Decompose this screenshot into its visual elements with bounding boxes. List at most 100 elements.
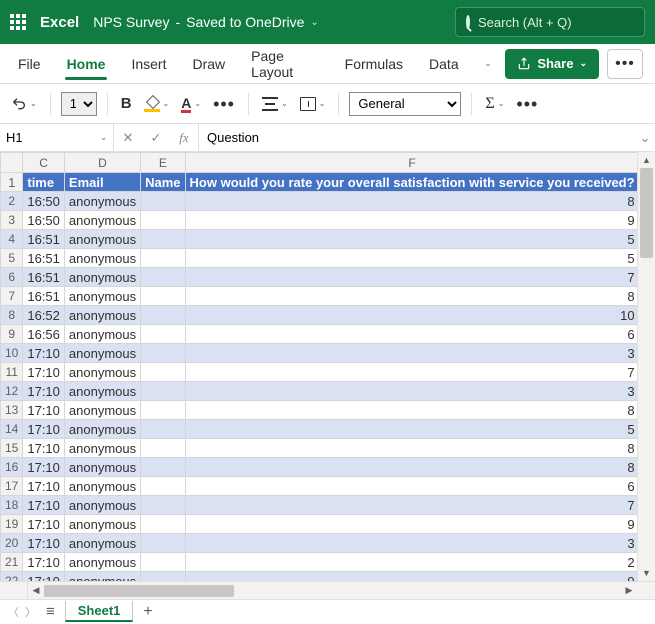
tab-home[interactable]: Home xyxy=(55,44,118,84)
font-color-button[interactable]: A⌄ xyxy=(178,93,204,115)
cell[interactable]: anonymous xyxy=(64,534,140,553)
cell[interactable]: anonymous xyxy=(64,401,140,420)
column-header[interactable]: F xyxy=(185,153,637,173)
cell[interactable]: anonymous xyxy=(64,458,140,477)
cell[interactable]: 16:51 xyxy=(23,287,65,306)
cell[interactable] xyxy=(141,287,185,306)
cell[interactable]: 5 xyxy=(185,420,637,439)
row-header[interactable]: 13 xyxy=(1,401,23,420)
share-button[interactable]: Share ⌄ xyxy=(505,49,599,79)
cell[interactable]: anonymous xyxy=(64,382,140,401)
cell[interactable] xyxy=(141,477,185,496)
cell[interactable]: 9 xyxy=(185,515,637,534)
row-header[interactable]: 12 xyxy=(1,382,23,401)
cell[interactable]: 8 xyxy=(185,192,637,211)
row-header[interactable]: 21 xyxy=(1,553,23,572)
scroll-thumb[interactable] xyxy=(44,585,234,597)
cell[interactable]: 3 xyxy=(185,344,637,363)
cell[interactable]: anonymous xyxy=(64,363,140,382)
cell[interactable]: anonymous xyxy=(64,420,140,439)
row-header[interactable]: 14 xyxy=(1,420,23,439)
fill-color-button[interactable]: ⌄ xyxy=(141,94,173,114)
more-options-button[interactable]: ••• xyxy=(607,49,643,79)
cell[interactable] xyxy=(141,515,185,534)
cell[interactable]: 17:10 xyxy=(23,534,65,553)
cell[interactable] xyxy=(141,420,185,439)
row-header[interactable]: 9 xyxy=(1,325,23,344)
cell[interactable]: 5 xyxy=(185,249,637,268)
prev-sheet-button[interactable]: 〈 xyxy=(8,604,19,620)
cell[interactable] xyxy=(141,268,185,287)
cell[interactable]: 16:51 xyxy=(23,230,65,249)
cell[interactable]: anonymous xyxy=(64,325,140,344)
cell[interactable]: 17:10 xyxy=(23,382,65,401)
cell-reference-input[interactable] xyxy=(6,130,76,145)
font-more-button[interactable]: ••• xyxy=(210,97,238,111)
cell[interactable]: 17:10 xyxy=(23,477,65,496)
cancel-formula-button[interactable]: ✕ xyxy=(114,130,142,146)
column-header[interactable]: D xyxy=(64,153,140,173)
cell[interactable]: time xyxy=(23,173,65,192)
tab-insert[interactable]: Insert xyxy=(119,44,178,84)
merge-button[interactable]: ⌄ xyxy=(297,95,329,113)
cell[interactable] xyxy=(141,249,185,268)
cell[interactable]: 10 xyxy=(185,306,637,325)
accept-formula-button[interactable]: ✓ xyxy=(142,130,170,146)
scroll-right-button[interactable]: ▶ xyxy=(621,585,637,596)
cell[interactable]: 17:10 xyxy=(23,458,65,477)
document-title-dropdown[interactable]: NPS Survey - Saved to OneDrive ⌄ xyxy=(93,14,319,30)
cell[interactable]: 16:52 xyxy=(23,306,65,325)
cell[interactable]: 17:10 xyxy=(23,572,65,582)
tab-page-layout[interactable]: Page Layout xyxy=(239,44,331,84)
cell[interactable]: 3 xyxy=(185,534,637,553)
row-header[interactable]: 2 xyxy=(1,192,23,211)
cell[interactable] xyxy=(141,382,185,401)
cell[interactable] xyxy=(141,553,185,572)
cell[interactable]: 16:51 xyxy=(23,249,65,268)
cell[interactable]: anonymous xyxy=(64,211,140,230)
column-header[interactable]: E xyxy=(141,153,185,173)
column-header[interactable]: C xyxy=(23,153,65,173)
cell[interactable] xyxy=(141,211,185,230)
select-all-corner[interactable] xyxy=(1,153,23,173)
cell[interactable]: 6 xyxy=(185,477,637,496)
row-header[interactable]: 17 xyxy=(1,477,23,496)
bold-button[interactable]: B xyxy=(118,93,135,114)
cell[interactable]: 16:50 xyxy=(23,192,65,211)
row-header[interactable]: 8 xyxy=(1,306,23,325)
cell[interactable]: anonymous xyxy=(64,439,140,458)
cell[interactable]: Email xyxy=(64,173,140,192)
scroll-down-button[interactable]: ▼ xyxy=(638,565,655,581)
horizontal-scrollbar[interactable]: ◀ ▶ xyxy=(28,582,637,599)
row-header[interactable]: 22 xyxy=(1,572,23,582)
cell[interactable]: 17:10 xyxy=(23,401,65,420)
cell[interactable] xyxy=(141,458,185,477)
cell[interactable]: 17:10 xyxy=(23,344,65,363)
row-header[interactable]: 11 xyxy=(1,363,23,382)
cell[interactable] xyxy=(141,496,185,515)
cell[interactable]: anonymous xyxy=(64,287,140,306)
tab-draw[interactable]: Draw xyxy=(180,44,237,84)
next-sheet-button[interactable]: 〉 xyxy=(25,604,36,620)
cell[interactable] xyxy=(141,401,185,420)
tab-formulas[interactable]: Formulas xyxy=(333,44,415,84)
cell[interactable]: 8 xyxy=(185,439,637,458)
cell[interactable] xyxy=(141,325,185,344)
cell[interactable]: 17:10 xyxy=(23,515,65,534)
row-header[interactable]: 5 xyxy=(1,249,23,268)
cell[interactable]: 16:56 xyxy=(23,325,65,344)
cell[interactable]: How would you rate your overall satisfac… xyxy=(185,173,637,192)
scroll-left-button[interactable]: ◀ xyxy=(28,585,44,596)
cell[interactable]: 6 xyxy=(185,325,637,344)
cell[interactable]: anonymous xyxy=(64,572,140,582)
cell[interactable]: 7 xyxy=(185,496,637,515)
cell[interactable]: 2 xyxy=(185,553,637,572)
sheet-tab-active[interactable]: Sheet1 xyxy=(65,601,134,622)
cell[interactable]: 3 xyxy=(185,382,637,401)
cell[interactable]: 17:10 xyxy=(23,553,65,572)
row-header[interactable]: 20 xyxy=(1,534,23,553)
cell[interactable] xyxy=(141,230,185,249)
tab-file[interactable]: File xyxy=(6,44,53,84)
cell[interactable]: anonymous xyxy=(64,477,140,496)
cell[interactable]: anonymous xyxy=(64,249,140,268)
